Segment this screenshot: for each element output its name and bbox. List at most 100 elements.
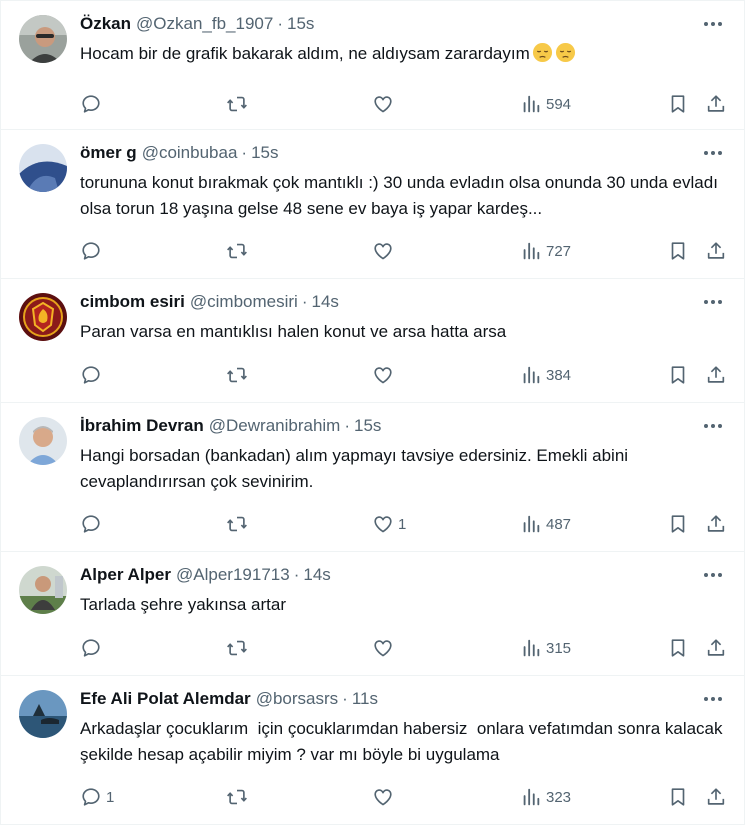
reply-icon bbox=[82, 515, 100, 533]
reply-icon bbox=[82, 242, 100, 260]
bookmark-button[interactable] bbox=[667, 636, 689, 660]
tweet-actions: 315 bbox=[80, 636, 728, 660]
reply-button[interactable] bbox=[80, 636, 106, 660]
timestamp[interactable]: 14s bbox=[303, 564, 330, 586]
tweet[interactable]: Alper Alper @Alper191713 · 14s Tarlada ş… bbox=[1, 552, 744, 676]
display-name[interactable]: Alper Alper bbox=[80, 564, 171, 586]
more-icon[interactable] bbox=[698, 142, 728, 164]
reply-button[interactable] bbox=[80, 92, 106, 116]
tweet-text: Hocam bir de grafik bakarak aldım, ne al… bbox=[80, 41, 728, 67]
avatar[interactable] bbox=[19, 417, 67, 465]
more-icon[interactable] bbox=[698, 688, 728, 710]
retweet-icon bbox=[227, 96, 247, 112]
share-icon bbox=[707, 366, 725, 383]
views-button[interactable]: 384 bbox=[520, 363, 571, 387]
retweet-button[interactable] bbox=[226, 512, 252, 536]
display-name[interactable]: Efe Ali Polat Alemdar bbox=[80, 688, 251, 710]
view-count: 323 bbox=[546, 788, 572, 806]
timestamp[interactable]: 15s bbox=[354, 415, 381, 437]
separator-dot: · bbox=[277, 14, 283, 33]
view-count: 487 bbox=[546, 515, 572, 533]
avatar[interactable] bbox=[19, 15, 67, 63]
like-button[interactable] bbox=[372, 785, 398, 809]
share-button[interactable] bbox=[705, 92, 727, 116]
reply-button[interactable] bbox=[80, 239, 106, 263]
username[interactable]: @Alper191713 bbox=[176, 564, 290, 586]
tweet[interactable]: Özkan @Ozkan_fb_1907 · 15s Hocam bir de … bbox=[1, 0, 744, 130]
avatar[interactable] bbox=[19, 566, 67, 614]
share-icon bbox=[707, 242, 725, 259]
separator-dot: · bbox=[342, 689, 348, 708]
view-count: 727 bbox=[546, 242, 572, 260]
share-icon bbox=[707, 515, 725, 532]
avatar[interactable] bbox=[19, 690, 67, 738]
views-button[interactable]: 487 bbox=[520, 512, 571, 536]
bookmark-icon bbox=[671, 366, 685, 384]
tweet-text: torununa konut bırakmak çok mantıklı :) … bbox=[80, 173, 723, 218]
avatar[interactable] bbox=[19, 144, 67, 192]
timestamp[interactable]: 14s bbox=[311, 291, 338, 313]
bookmark-button[interactable] bbox=[667, 239, 689, 263]
retweet-button[interactable] bbox=[226, 636, 252, 660]
tweet[interactable]: İbrahim Devran @Dewranibrahim · 15s Hang… bbox=[1, 403, 744, 552]
avatar[interactable] bbox=[19, 293, 67, 341]
retweet-button[interactable] bbox=[226, 785, 252, 809]
view-count: 594 bbox=[546, 95, 572, 113]
username[interactable]: @Dewranibrahim bbox=[209, 415, 341, 437]
bookmark-button[interactable] bbox=[667, 512, 689, 536]
reply-button[interactable] bbox=[80, 363, 106, 387]
like-button[interactable] bbox=[372, 363, 398, 387]
like-button[interactable] bbox=[372, 239, 398, 263]
views-button[interactable]: 323 bbox=[520, 785, 571, 809]
more-icon[interactable] bbox=[698, 564, 728, 586]
retweet-button[interactable] bbox=[226, 92, 252, 116]
display-name[interactable]: ömer g bbox=[80, 142, 137, 164]
share-button[interactable] bbox=[705, 512, 727, 536]
views-icon bbox=[523, 788, 540, 806]
like-icon bbox=[374, 243, 392, 260]
display-name[interactable]: İbrahim Devran bbox=[80, 415, 204, 437]
username[interactable]: @coinbubaa bbox=[142, 142, 238, 164]
share-button[interactable] bbox=[705, 785, 727, 809]
retweet-icon bbox=[227, 243, 247, 259]
bookmark-button[interactable] bbox=[667, 363, 689, 387]
timestamp[interactable]: 15s bbox=[287, 13, 314, 35]
like-icon bbox=[374, 640, 392, 657]
share-button[interactable] bbox=[705, 239, 727, 263]
more-icon[interactable] bbox=[698, 291, 728, 313]
like-button[interactable] bbox=[372, 636, 398, 660]
share-button[interactable] bbox=[705, 363, 727, 387]
tweet[interactable]: cimbom esiri @cimbomesiri · 14s Paran va… bbox=[1, 279, 744, 403]
like-button[interactable] bbox=[372, 92, 398, 116]
bookmark-button[interactable] bbox=[667, 785, 689, 809]
share-icon bbox=[707, 639, 725, 656]
tweet[interactable]: ömer g @coinbubaa · 15s torununa konut b… bbox=[1, 130, 744, 279]
reply-button[interactable] bbox=[80, 512, 106, 536]
views-button[interactable]: 594 bbox=[520, 92, 571, 116]
views-icon bbox=[523, 515, 540, 533]
username[interactable]: @borsasrs bbox=[256, 688, 338, 710]
retweet-icon bbox=[227, 367, 247, 383]
share-button[interactable] bbox=[705, 636, 727, 660]
pensive-face-icon bbox=[555, 42, 575, 63]
more-icon[interactable] bbox=[698, 13, 728, 35]
views-button[interactable]: 727 bbox=[520, 239, 571, 263]
retweet-icon bbox=[227, 789, 247, 805]
retweet-button[interactable] bbox=[226, 239, 252, 263]
bookmark-button[interactable] bbox=[667, 92, 689, 116]
timestamp[interactable]: 15s bbox=[251, 142, 278, 164]
like-button[interactable]: 1 bbox=[372, 512, 406, 536]
tweet-actions: 384 bbox=[80, 363, 728, 387]
display-name[interactable]: Özkan bbox=[80, 13, 131, 35]
timestamp[interactable]: 11s bbox=[352, 688, 378, 710]
tweet[interactable]: Efe Ali Polat Alemdar @borsasrs · 11s Ar… bbox=[1, 676, 744, 825]
username[interactable]: @Ozkan_fb_1907 bbox=[136, 13, 273, 35]
views-button[interactable]: 315 bbox=[520, 636, 571, 660]
more-icon[interactable] bbox=[698, 415, 728, 437]
views-icon bbox=[523, 639, 540, 657]
retweet-button[interactable] bbox=[226, 363, 252, 387]
display-name[interactable]: cimbom esiri bbox=[80, 291, 185, 313]
reply-button[interactable]: 1 bbox=[80, 785, 114, 809]
bookmark-icon bbox=[671, 242, 685, 260]
username[interactable]: @cimbomesiri bbox=[190, 291, 298, 313]
